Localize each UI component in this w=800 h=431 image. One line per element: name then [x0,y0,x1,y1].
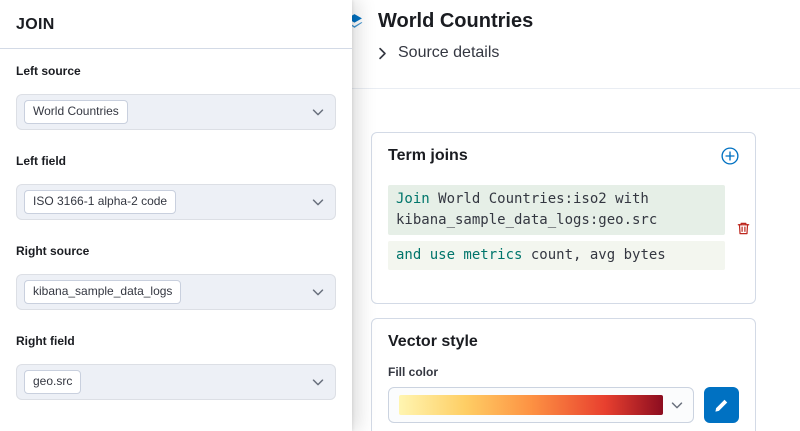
source-details-label: Source details [398,44,499,62]
term-joins-heading: Term joins [388,147,468,165]
chevron-down-icon [312,196,324,208]
right-source-label: Right source [16,244,336,258]
join-flyout-title: JOIN [16,16,336,34]
source-details-toggle[interactable]: Source details [376,44,499,62]
metrics-text: count, avg bytes [522,247,665,263]
fill-color-row [388,387,739,423]
right-field-value: geo.src [24,370,81,394]
join-sources-text: World Countries:iso2 with kibana_sample_… [396,191,657,228]
vector-style-card: Vector style Fill color [371,318,756,431]
chevron-down-icon [312,106,324,118]
left-source-combobox[interactable]: World Countries [16,94,336,130]
left-field-label: Left field [16,154,336,168]
right-field-group: Right field geo.src [16,334,336,400]
join-flyout: JOIN Left source World Countries Left fi… [0,0,352,431]
add-join-button[interactable] [721,147,739,165]
right-source-group: Right source kibana_sample_data_logs [16,244,336,310]
right-field-combobox[interactable]: geo.src [16,364,336,400]
chevron-down-icon [312,286,324,298]
color-ramp-preview [399,395,663,415]
vector-style-heading: Vector style [388,333,739,351]
delete-join-button[interactable] [736,221,751,236]
layer-panel-title: World Countries [378,10,533,33]
left-field-combobox[interactable]: ISO 3166-1 alpha-2 code [16,184,336,220]
join-expression-sources: Join World Countries:iso2 with kibana_sa… [388,185,725,235]
term-joins-card: Term joins Join World Countries:iso2 wit… [371,132,756,304]
join-expression: Join World Countries:iso2 with kibana_sa… [388,185,725,270]
left-field-value: ISO 3166-1 alpha-2 code [24,190,176,214]
join-flyout-divider [0,48,352,49]
panel-header-divider [352,88,800,89]
chevron-down-icon [671,399,683,411]
edit-fill-color-button[interactable] [704,387,739,423]
right-source-value: kibana_sample_data_logs [24,280,181,304]
left-source-group: Left source World Countries [16,64,336,130]
left-source-label: Left source [16,64,336,78]
chevron-down-icon [312,376,324,388]
fill-color-label: Fill color [388,365,739,379]
join-keyword: Join [396,191,430,207]
chevron-right-icon [376,47,389,60]
metrics-keyword: and use metrics [396,247,522,263]
join-expression-metrics: and use metrics count, avg bytes [388,241,725,270]
right-source-combobox[interactable]: kibana_sample_data_logs [16,274,336,310]
term-joins-header: Term joins [388,147,739,165]
right-field-label: Right field [16,334,336,348]
left-source-value: World Countries [24,100,128,124]
color-ramp-select[interactable] [388,387,694,423]
pencil-icon [714,398,729,413]
kibana-maps-screen: World Countries Source details Term join… [0,0,800,431]
left-field-group: Left field ISO 3166-1 alpha-2 code [16,154,336,220]
